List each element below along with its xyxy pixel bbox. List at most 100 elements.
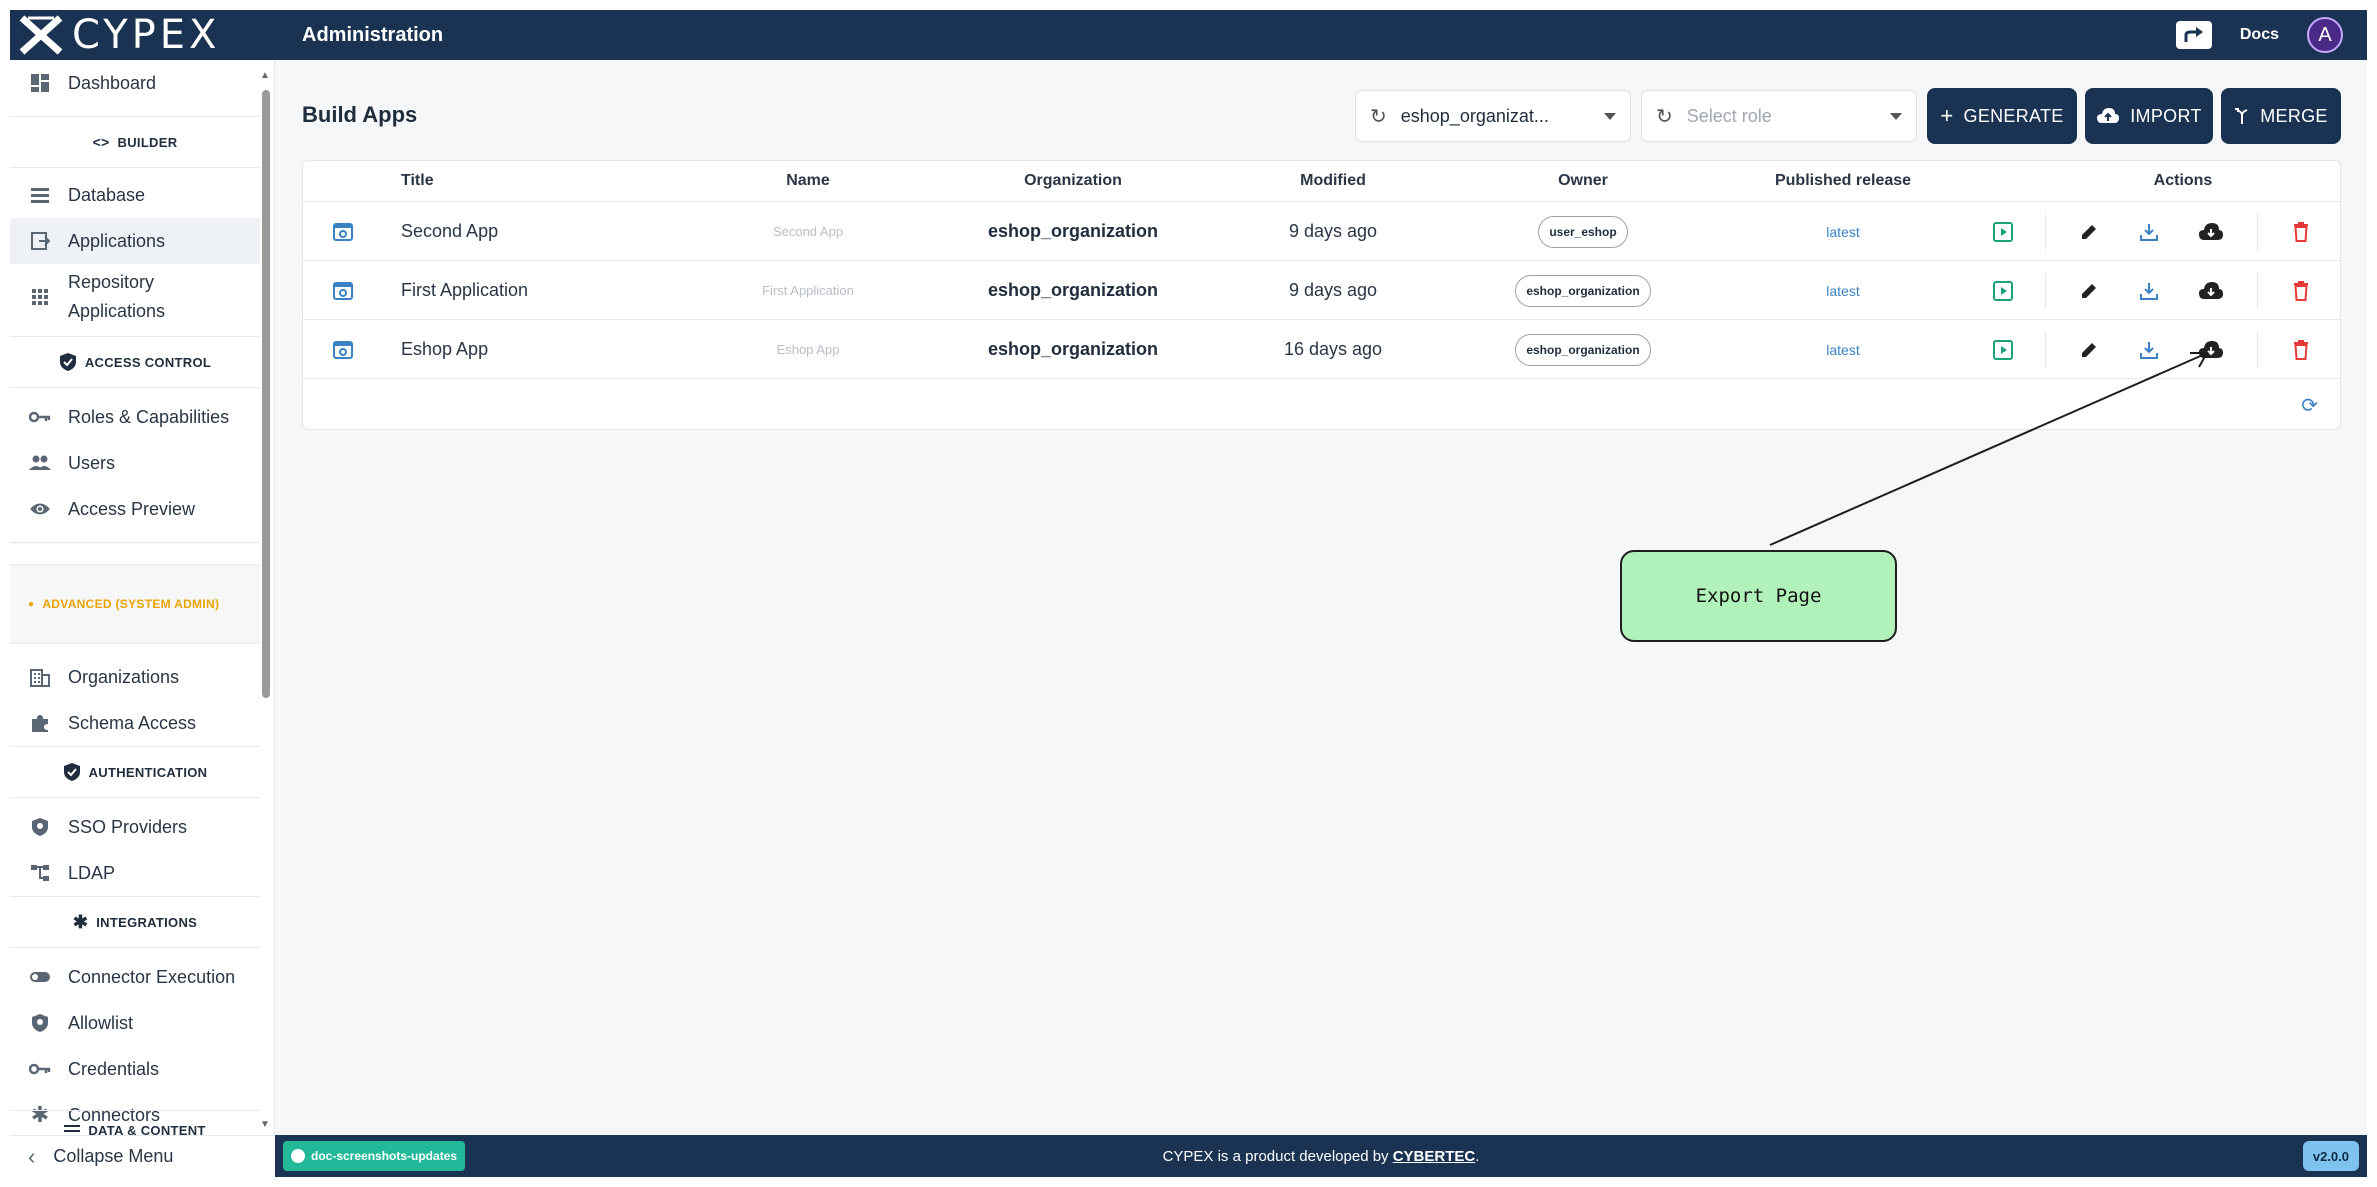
sidebar-item-organizations[interactable]: Organizations (10, 654, 260, 700)
sidebar-scrollbar[interactable]: ▲ ▼ (260, 70, 270, 1130)
sidebar-item-label: Users (68, 452, 116, 473)
cell-organization: eshop_organization (987, 339, 1158, 359)
sidebar-item-schema-access[interactable]: Schema Access (10, 700, 260, 746)
cell-owner: eshop_organization (1503, 320, 1663, 379)
refresh-icon[interactable]: ↻ (1656, 104, 1673, 129)
user-avatar[interactable]: A (2307, 17, 2343, 53)
delete-icon[interactable] (2281, 261, 2321, 320)
cell-modified: 16 days ago (1283, 339, 1383, 359)
grid-icon (28, 285, 52, 309)
play-icon[interactable] (1983, 320, 2023, 379)
edit-icon[interactable] (2069, 202, 2109, 261)
scrollbar-thumb[interactable] (262, 90, 270, 698)
caret-down-icon (1604, 112, 1616, 120)
refresh-icon[interactable]: ⟳ (2301, 393, 2318, 418)
app-icon (323, 320, 363, 379)
key-icon (28, 1057, 52, 1081)
role-select[interactable]: ↻ Select role (1641, 90, 1917, 142)
sidebar-item-users[interactable]: Users (10, 440, 260, 486)
sidebar-item-label: Connector Execution (68, 966, 236, 987)
cell-organization: eshop_organization (987, 221, 1158, 241)
share-button[interactable] (2175, 21, 2212, 49)
shield-check-icon (63, 763, 80, 781)
owner-chip[interactable]: eshop_organization (1515, 333, 1651, 366)
cell-name: Second App (772, 224, 844, 239)
refresh-icon[interactable]: ↻ (1370, 104, 1387, 129)
cell-title: Eshop App (401, 339, 489, 359)
sidebar-item-applications[interactable]: Applications (10, 218, 260, 264)
sidebar-item-label-wrap: Repository Applications (68, 268, 165, 326)
download-icon[interactable] (2129, 261, 2169, 320)
organization-select-value: eshop_organizat... (1400, 105, 1549, 126)
cell-organization: eshop_organization (987, 280, 1158, 300)
scroll-down-arrow-icon[interactable]: ▼ (260, 1119, 270, 1130)
sidebar-item-label: Dashboard (68, 72, 157, 93)
sidebar-item-roles[interactable]: Roles & Capabilities (10, 394, 260, 440)
sidebar-item-credentials[interactable]: Credentials (10, 1046, 260, 1092)
play-icon[interactable] (1983, 202, 2023, 261)
cloud-download-icon[interactable] (2191, 320, 2231, 379)
sidebar-item-label: Access Preview (68, 498, 196, 519)
dashboard-icon (28, 71, 52, 95)
dot-icon: ● (28, 598, 35, 610)
divider (2257, 273, 2258, 309)
share-icon (2184, 27, 2203, 42)
scroll-up-arrow-icon[interactable]: ▲ (260, 70, 270, 81)
sidebar-item-ldap[interactable]: LDAP (10, 850, 260, 896)
column-header-name[interactable]: Name (743, 161, 873, 201)
sidebar-item-dashboard[interactable]: Dashboard (10, 60, 260, 106)
branch-badge[interactable]: doc-screenshots-updates (283, 1141, 466, 1171)
cloud-download-icon[interactable] (2191, 202, 2231, 261)
shield-icon (59, 353, 76, 371)
column-header-title[interactable]: Title (401, 161, 434, 201)
column-header-published-release[interactable]: Published release (1743, 161, 1943, 201)
download-icon[interactable] (2129, 320, 2169, 379)
cybertec-link[interactable]: CYBERTEC (1393, 1148, 1476, 1165)
cloud-download-icon[interactable] (2191, 261, 2231, 320)
puzzle-icon (28, 711, 52, 735)
application-icon (28, 229, 52, 253)
download-icon[interactable] (2129, 202, 2169, 261)
organization-select[interactable]: ↻ eshop_organizat... (1355, 90, 1631, 142)
table-row[interactable]: Eshop App Eshop App eshop_organization 1… (303, 319, 2340, 378)
sidebar-item-database[interactable]: Database (10, 172, 260, 218)
edit-icon[interactable] (2069, 320, 2109, 379)
delete-icon[interactable] (2281, 202, 2321, 261)
export-page-callout: Export Page (1620, 550, 1897, 642)
cell-published-release[interactable]: latest (1743, 261, 1943, 320)
sidebar-item-allowlist[interactable]: Allowlist (10, 1000, 260, 1046)
docs-link[interactable]: Docs (2240, 26, 2279, 44)
column-header-organization[interactable]: Organization (963, 161, 1183, 201)
generate-button[interactable]: + GENERATE (1927, 88, 2077, 144)
edit-icon[interactable] (2069, 261, 2109, 320)
table-row[interactable]: First Application First Application esho… (303, 260, 2340, 319)
cell-published-release[interactable]: latest (1743, 320, 1943, 379)
play-icon[interactable] (1983, 261, 2023, 320)
sidebar-item-connector-execution[interactable]: Connector Execution (10, 954, 260, 1000)
footer-credit: CYPEX is a product developed by CYBERTEC… (275, 1148, 2367, 1165)
sidebar-item-label: Credentials (68, 1058, 160, 1079)
import-button[interactable]: IMPORT (2085, 88, 2213, 144)
merge-button[interactable]: MERGE (2221, 88, 2341, 144)
sidebar-item-label: LDAP (68, 862, 116, 883)
cell-owner: eshop_organization (1503, 261, 1663, 320)
section-label: ACCESS CONTROL (84, 354, 212, 370)
sidebar-item-access-preview[interactable]: Access Preview (10, 486, 260, 532)
sidebar-item-repository-applications[interactable]: Repository Applications (10, 264, 260, 330)
sidebar-item-sso-providers[interactable]: SSO Providers (10, 804, 260, 850)
apps-table: Title Name Organization Modified Owner P… (302, 160, 2341, 430)
owner-chip[interactable]: user_eshop (1538, 215, 1628, 248)
eye-icon (28, 497, 52, 521)
sidebar-item-label: Repository (68, 272, 155, 293)
column-header-owner[interactable]: Owner (1503, 161, 1663, 201)
sidebar-item-label: Schema Access (68, 712, 197, 733)
owner-chip[interactable]: eshop_organization (1515, 274, 1651, 307)
code-icon: <> (92, 134, 110, 150)
collapse-menu-button[interactable]: ‹ Collapse Menu (10, 1135, 275, 1177)
cell-published-release[interactable]: latest (1743, 202, 1943, 261)
cypex-logo[interactable]: CYPEX (10, 12, 272, 58)
column-header-modified[interactable]: Modified (1253, 161, 1413, 201)
cell-owner: user_eshop (1503, 202, 1663, 261)
delete-icon[interactable] (2281, 320, 2321, 379)
table-row[interactable]: Second App Second App eshop_organization… (303, 201, 2340, 260)
